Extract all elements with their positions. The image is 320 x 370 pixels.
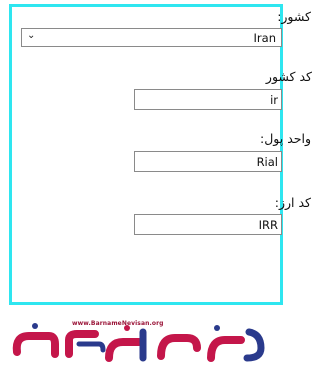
currency-unit-field[interactable]: Rial <box>134 151 282 172</box>
logo-stroke-3 <box>105 338 143 362</box>
country-code-field[interactable]: ir <box>134 89 282 110</box>
currency-unit-label: واحد پول: <box>259 131 311 146</box>
logo-stroke-4 <box>157 334 201 360</box>
country-label: کشور: <box>277 9 311 24</box>
country-code-label: کد کشور <box>265 69 312 84</box>
country-code-value: ir <box>270 93 278 107</box>
currency-unit-value: Rial <box>256 155 278 169</box>
logo-stroke-7 <box>243 328 265 362</box>
logo-stroke-5 <box>207 336 245 362</box>
currency-code-value: IRR <box>258 218 278 232</box>
logo-url-text: www.BarnameNevisan.org <box>72 320 164 327</box>
logo-dot-3 <box>214 325 220 331</box>
chevron-down-icon[interactable]: ⌄ <box>27 30 35 41</box>
logo-stroke-1 <box>12 332 59 358</box>
country-select[interactable]: Iran ⌄ <box>21 28 282 47</box>
logo-stroke-8 <box>76 341 106 353</box>
currency-code-field[interactable]: IRR <box>134 214 282 235</box>
currency-code-label: کد ارز: <box>274 195 311 210</box>
country-select-value: Iran <box>253 31 276 45</box>
logo-dot-1 <box>32 323 38 329</box>
